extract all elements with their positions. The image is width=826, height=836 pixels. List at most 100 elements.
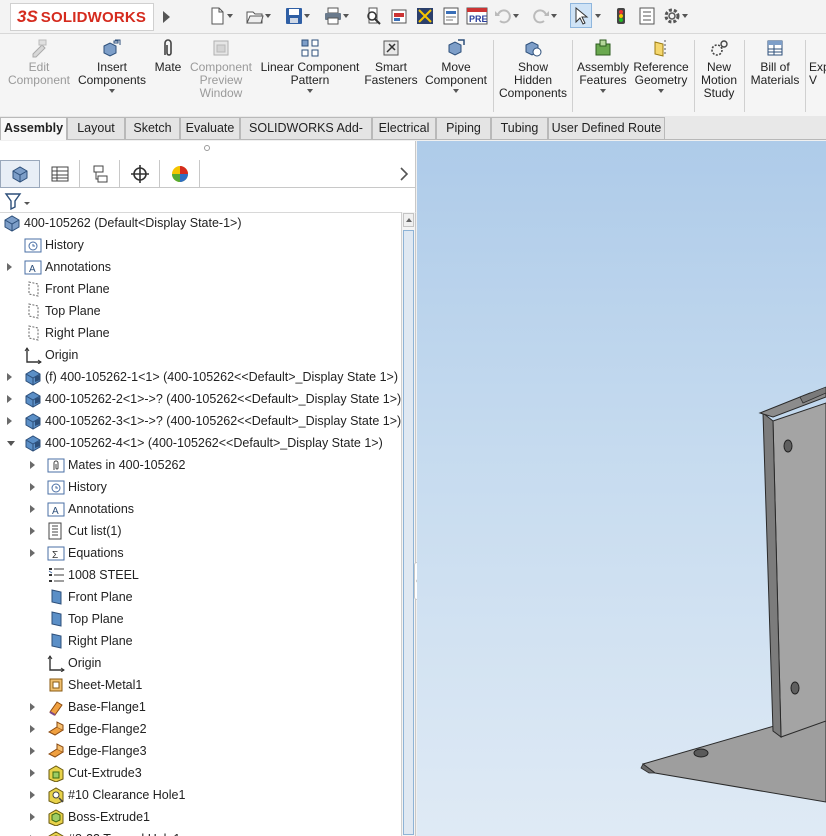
solidworks-logo[interactable]: 3S SOLIDWORKS [10, 3, 154, 31]
tab-layout[interactable]: Layout [67, 117, 125, 139]
chevron-right-icon[interactable] [30, 461, 35, 469]
toolbox-button[interactable] [390, 5, 408, 27]
new-motion-study-button[interactable]: New Motion Study [698, 38, 740, 100]
chevron-right-icon[interactable] [30, 505, 35, 513]
tree-node[interactable]: Top Plane [0, 300, 401, 322]
tab-piping[interactable]: Piping [436, 117, 491, 139]
tab-user-defined-route[interactable]: User Defined Route [548, 117, 665, 139]
options-grid-button[interactable] [416, 5, 434, 27]
chevron-down-icon[interactable] [109, 89, 115, 93]
tab-sketch[interactable]: Sketch [125, 117, 180, 139]
tree-node[interactable]: Mates in 400-105262 [0, 454, 401, 476]
tree-scrollbar[interactable] [401, 212, 415, 836]
tree-node[interactable]: Right Plane [0, 630, 401, 652]
tree-node[interactable]: 400-105262-2<1>->? (400-105262<<Default>… [0, 388, 401, 410]
menu-expand-arrow-icon[interactable] [160, 8, 172, 26]
tree-node[interactable]: Front Plane [0, 278, 401, 300]
graphics-viewport[interactable] [417, 141, 826, 836]
pdf-export-button[interactable]: PRE [466, 5, 488, 27]
chevron-right-icon[interactable] [30, 791, 35, 799]
scroll-up-arrow[interactable] [403, 213, 414, 227]
redo-button[interactable] [532, 5, 558, 27]
bill-of-materials-button[interactable]: Bill of Materials [748, 38, 802, 87]
show-hidden-components-button[interactable]: Show Hidden Components [498, 38, 568, 100]
select-options-button[interactable] [594, 5, 602, 27]
tree-node[interactable]: Cut list(1) [0, 520, 401, 542]
tree-node[interactable]: Edge-Flange3 [0, 740, 401, 762]
chevron-down-icon[interactable] [658, 89, 664, 93]
chevron-right-icon[interactable] [30, 747, 35, 755]
tree-node[interactable]: Edge-Flange2 [0, 718, 401, 740]
chevron-right-icon[interactable] [397, 165, 411, 183]
chevron-right-icon[interactable] [7, 395, 12, 403]
chevron-down-icon[interactable] [307, 89, 313, 93]
chevron-right-icon[interactable] [30, 703, 35, 711]
display-manager-tab[interactable] [160, 160, 200, 188]
open-document-button[interactable] [246, 5, 272, 27]
chevron-right-icon[interactable] [30, 483, 35, 491]
tree-node[interactable]: Σ Equations [0, 542, 401, 564]
tree-node[interactable]: History [0, 476, 401, 498]
tab-evaluate[interactable]: Evaluate [180, 117, 240, 139]
property-manager-tab[interactable] [40, 160, 80, 188]
dimxpert-manager-tab[interactable] [120, 160, 160, 188]
chevron-right-icon[interactable] [30, 769, 35, 777]
tree-node[interactable]: 400-105262-3<1>->? (400-105262<<Default>… [0, 410, 401, 432]
tree-node[interactable]: History [0, 234, 401, 256]
tree-node[interactable]: Origin [0, 344, 401, 366]
tree-node[interactable]: Origin [0, 652, 401, 674]
filter-icon[interactable] [4, 192, 30, 210]
chevron-right-icon[interactable] [30, 549, 35, 557]
mate-button[interactable]: Mate [150, 38, 186, 74]
chevron-down-icon[interactable] [550, 7, 558, 25]
chevron-down-icon[interactable] [7, 441, 15, 446]
chevron-right-icon[interactable] [30, 725, 35, 733]
tree-node[interactable]: (f) 400-105262-1<1> (400-105262<<Default… [0, 366, 401, 388]
chevron-down-icon[interactable] [600, 89, 606, 93]
tree-node[interactable]: #10 Clearance Hole1 [0, 784, 401, 806]
move-component-button[interactable]: Move Component [422, 38, 490, 93]
chevron-down-icon[interactable] [264, 7, 272, 25]
print-button[interactable] [324, 5, 350, 27]
tree-node[interactable]: Right Plane [0, 322, 401, 344]
chevron-right-icon[interactable] [30, 813, 35, 821]
scrollbar-thumb[interactable] [403, 230, 414, 835]
chevron-right-icon[interactable] [7, 263, 12, 271]
edit-component-button[interactable]: Edit Component [4, 38, 74, 87]
panel-grip-handle[interactable] [204, 145, 210, 151]
chevron-down-icon[interactable] [226, 7, 234, 25]
tree-node[interactable]: Base-Flange1 [0, 696, 401, 718]
chevron-down-icon[interactable] [303, 7, 311, 25]
tree-node[interactable]: 400-105262 (Default<Display State-1>) [0, 212, 401, 234]
chevron-right-icon[interactable] [7, 373, 12, 381]
chevron-down-icon[interactable] [594, 7, 602, 25]
chevron-down-icon[interactable] [453, 89, 459, 93]
tree-node[interactable]: Cut-Extrude3 [0, 762, 401, 784]
chevron-down-icon[interactable] [512, 7, 520, 25]
new-document-button[interactable] [208, 5, 234, 27]
chevron-down-icon[interactable] [681, 7, 689, 25]
insert-components-button[interactable]: Insert Components [76, 38, 148, 93]
tree-node[interactable]: 400-105262-4<1> (400-105262<<Default>_Di… [0, 432, 401, 454]
file-list-button[interactable] [638, 5, 656, 27]
chevron-right-icon[interactable] [30, 527, 35, 535]
tab-tubing[interactable]: Tubing [491, 117, 548, 139]
tree-node[interactable]: A Annotations [0, 498, 401, 520]
feature-manager-tab[interactable] [0, 160, 40, 188]
tree-node[interactable]: Sheet-Metal1 [0, 674, 401, 696]
rebuild-button[interactable] [612, 5, 630, 27]
tree-node[interactable]: Boss-Extrude1 [0, 806, 401, 828]
tree-node[interactable]: Top Plane [0, 608, 401, 630]
tree-node[interactable]: Front Plane [0, 586, 401, 608]
file-properties-button[interactable] [442, 5, 460, 27]
undo-button[interactable] [494, 5, 520, 27]
reference-geometry-button[interactable]: Reference Geometry [632, 38, 690, 93]
tab-solidworks-add-ins[interactable]: SOLIDWORKS Add-Ins [240, 117, 372, 156]
smart-fasteners-button[interactable]: Smart Fasteners [364, 38, 418, 87]
assembly-features-button[interactable]: Assembly Features [576, 38, 630, 93]
chevron-down-icon[interactable] [342, 7, 350, 25]
chevron-right-icon[interactable] [7, 417, 12, 425]
print-preview-button[interactable] [364, 5, 382, 27]
tab-electrical[interactable]: Electrical [372, 117, 436, 139]
save-button[interactable] [285, 5, 311, 27]
